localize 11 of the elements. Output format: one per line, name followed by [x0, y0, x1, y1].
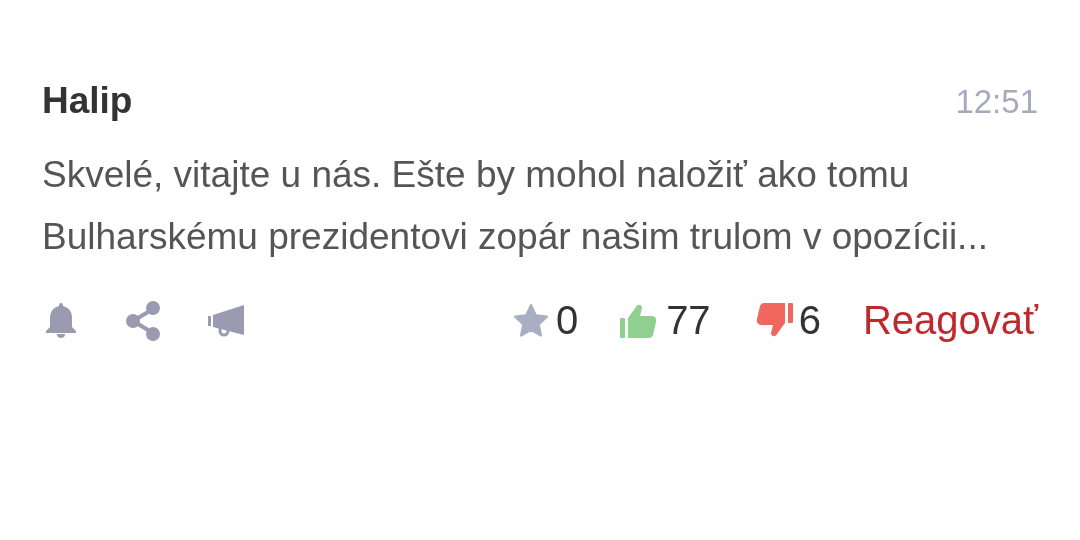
reply-link[interactable]: Reagovať — [862, 298, 1038, 343]
star-icon[interactable] — [511, 301, 550, 340]
comment-text: Skvelé, vitajte u nás. Ešte by mohol naložiť ako tomu Bulharskému prezidentovi zopár našim trulom v opozícii... — [42, 153, 989, 259]
count-label: 6 — [798, 298, 821, 343]
bell-icon[interactable] — [44, 300, 78, 341]
count-label: 77 — [666, 298, 711, 343]
comment-time: 12:51 — [955, 83, 1038, 121]
share-icon[interactable] — [124, 298, 162, 343]
megaphone-icon[interactable] — [208, 302, 246, 339]
author-name: Halip — [42, 80, 133, 122]
count-label: 0 — [555, 298, 579, 343]
